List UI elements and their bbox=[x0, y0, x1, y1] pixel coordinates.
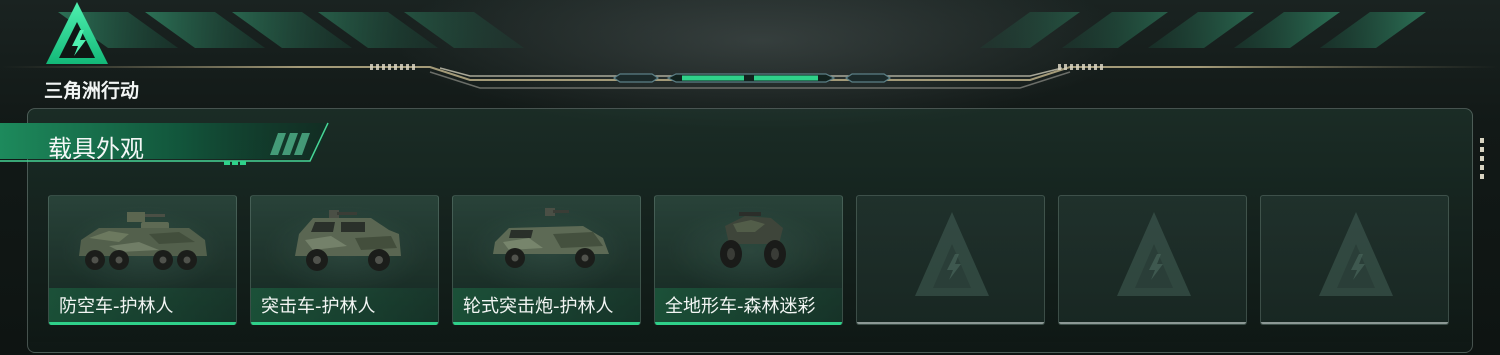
header-frame: 三角洲行动 bbox=[0, 0, 1500, 102]
vehicle-skin-name: 轮式突击炮-护林人 bbox=[463, 296, 614, 317]
card-accent-bar bbox=[49, 322, 236, 325]
delta-placeholder-icon bbox=[1319, 212, 1393, 296]
scroll-ticks-decoration bbox=[1480, 138, 1484, 179]
right-slashes bbox=[980, 12, 1426, 48]
atv-icon bbox=[720, 212, 786, 268]
header-decoration bbox=[0, 12, 1500, 89]
delta-placeholder-icon bbox=[1117, 212, 1191, 296]
card-bottom-bar bbox=[857, 322, 1044, 324]
card-bottom-bar bbox=[1059, 322, 1246, 324]
card-accent-bar bbox=[251, 322, 438, 325]
vehicle-skin-card[interactable]: 防空车-护林人 bbox=[48, 195, 237, 325]
vehicle-skin-name: 全地形车-森林迷彩 bbox=[665, 296, 816, 317]
vehicle-skin-card[interactable]: 突击车-护林人 bbox=[250, 195, 439, 325]
card-bottom-bar bbox=[1261, 322, 1448, 324]
section-title: 载具外观 bbox=[48, 135, 144, 163]
empty-skin-slot bbox=[1260, 195, 1449, 325]
empty-skin-slot bbox=[1058, 195, 1247, 325]
empty-skin-slot bbox=[856, 195, 1045, 325]
vehicle-skins-page: 三角洲行动 载具外观 防空车-护林人 突击车-护林人 轮式突击炮-护林人 全地形… bbox=[0, 0, 1500, 355]
vehicle-skin-grid: 防空车-护林人 突击车-护林人 轮式突击炮-护林人 全地形车-森林迷彩 bbox=[48, 195, 1450, 327]
vehicle-skin-card[interactable]: 轮式突击炮-护林人 bbox=[452, 195, 641, 325]
card-accent-bar bbox=[655, 322, 842, 325]
anti-air-apc-icon bbox=[79, 212, 207, 270]
assault-vehicle-icon bbox=[295, 210, 401, 271]
brand-logo[interactable]: 三角洲行动 bbox=[44, 0, 184, 102]
vehicle-skin-name: 突击车-护林人 bbox=[261, 296, 376, 317]
vehicle-skin-card[interactable]: 全地形车-森林迷彩 bbox=[654, 195, 843, 325]
delta-placeholder-icon bbox=[915, 212, 989, 296]
brand-name: 三角洲行动 bbox=[44, 80, 140, 102]
card-accent-bar bbox=[453, 322, 640, 325]
delta-triangle-logo-icon bbox=[46, 2, 108, 64]
wheeled-assault-gun-icon bbox=[493, 208, 609, 268]
vehicle-skin-name: 防空车-护林人 bbox=[59, 296, 174, 317]
